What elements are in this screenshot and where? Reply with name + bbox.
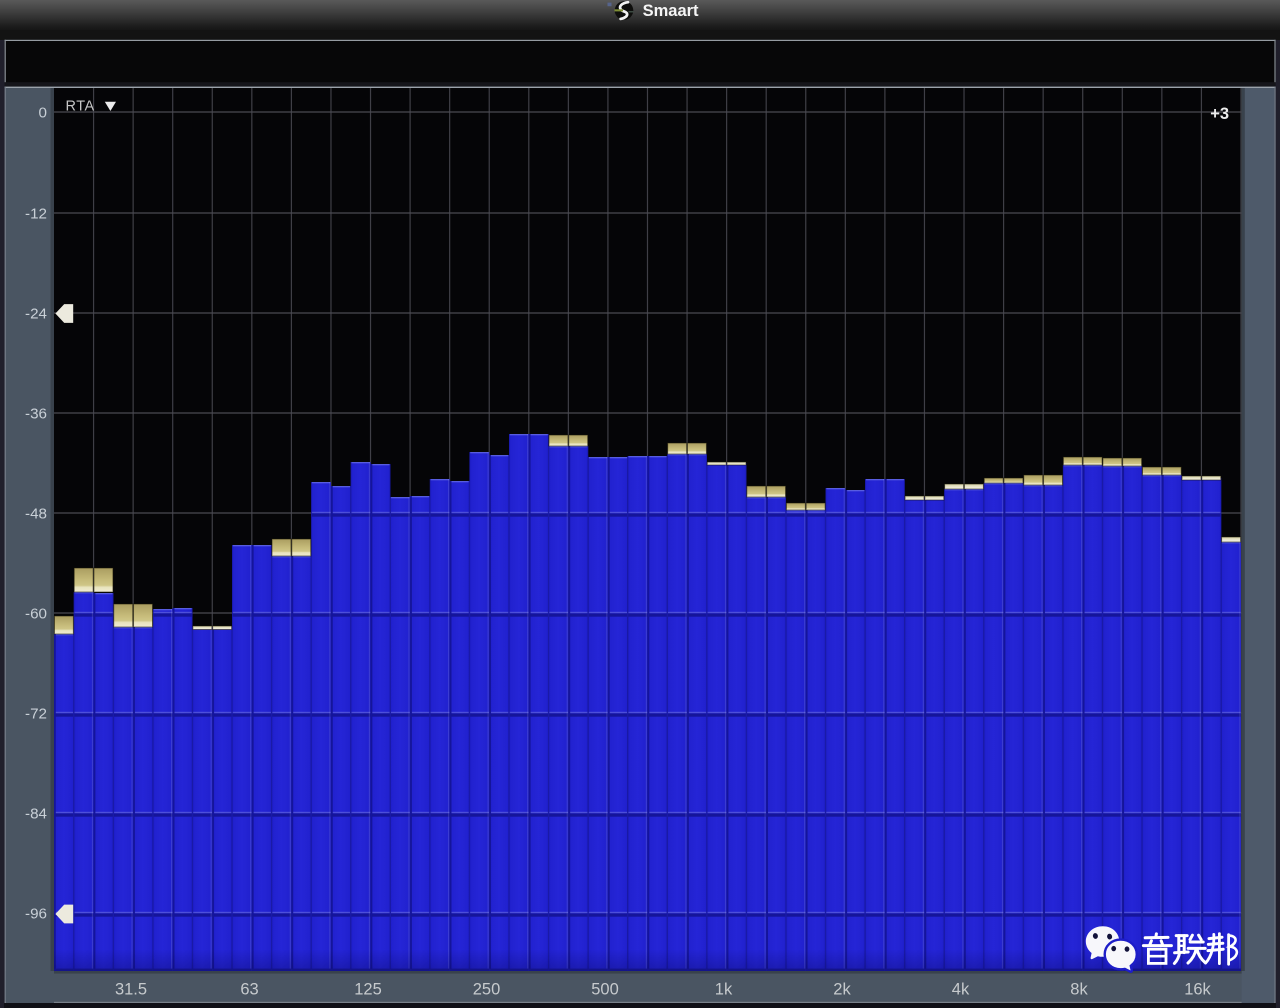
svg-text:-96: -96: [25, 905, 47, 922]
svg-text:-48: -48: [25, 505, 47, 522]
svg-text:Smaart: Smaart: [643, 2, 699, 20]
svg-text:4k: 4k: [952, 981, 970, 999]
svg-text:31.5: 31.5: [115, 981, 147, 999]
svg-text:-12: -12: [25, 205, 47, 222]
svg-text:125: 125: [354, 981, 382, 999]
svg-text:1k: 1k: [715, 981, 733, 999]
svg-text:250: 250: [473, 981, 501, 999]
svg-text:2k: 2k: [833, 981, 851, 999]
svg-text:63: 63: [240, 981, 258, 999]
svg-text:-60: -60: [25, 605, 47, 622]
svg-text:8k: 8k: [1070, 981, 1088, 999]
svg-text:500: 500: [591, 981, 619, 999]
svg-text:16k: 16k: [1184, 981, 1211, 999]
svg-text:-24: -24: [25, 305, 47, 322]
svg-text:+3: +3: [1210, 105, 1229, 123]
svg-text:-84: -84: [25, 805, 47, 822]
svg-text:-36: -36: [25, 405, 47, 422]
svg-text:RTA: RTA: [66, 99, 95, 115]
svg-text:-72: -72: [25, 705, 47, 722]
svg-text:0: 0: [39, 104, 47, 121]
